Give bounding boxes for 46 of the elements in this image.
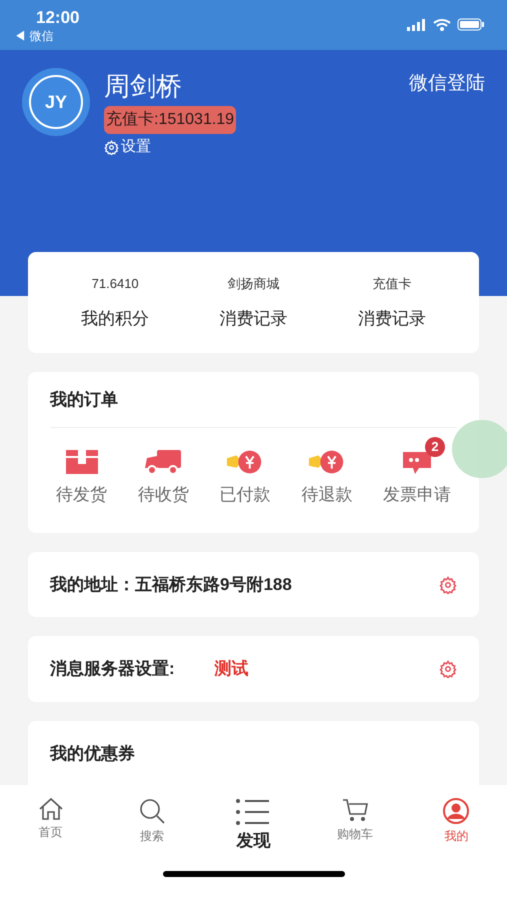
- search-icon: [138, 797, 166, 825]
- address-card[interactable]: 我的地址：五福桥东路9号附188: [28, 552, 479, 617]
- stat-value: 71.6410: [92, 275, 139, 293]
- count-badge: 2: [425, 437, 445, 457]
- gear-icon: [439, 576, 457, 594]
- tab[interactable]: 首页: [0, 797, 102, 871]
- address-label: 我的地址：: [50, 574, 135, 596]
- stat-value: 剑扬商城: [227, 275, 280, 293]
- section-title: 我的订单: [50, 388, 118, 411]
- user-icon: [442, 797, 470, 825]
- wechat-login-button[interactable]: 微信登陆: [409, 70, 485, 98]
- list-icon: [235, 797, 272, 827]
- section-title: 我的优惠券: [50, 742, 135, 765]
- gear-icon: [439, 660, 457, 678]
- user-name: 周剑桥: [104, 70, 183, 103]
- stat-value: 充值卡: [372, 275, 412, 293]
- cart-icon: [340, 797, 369, 823]
- wifi-icon: [433, 18, 451, 31]
- server-card[interactable]: 消息服务器设置: 测试: [28, 636, 479, 702]
- stat-label[interactable]: 消费记录: [358, 306, 426, 331]
- order-status-button[interactable]: 待发货: [54, 436, 109, 508]
- balance-badge: 充值卡:151031.19: [104, 106, 236, 134]
- tab[interactable]: 搜索: [101, 797, 203, 871]
- battery-icon: [457, 18, 485, 31]
- truck-icon: [143, 448, 184, 476]
- back-link[interactable]: ◀ 微信: [14, 28, 80, 44]
- order-status-button[interactable]: 已付款: [218, 436, 272, 508]
- avatar[interactable]: JY: [22, 68, 90, 136]
- settings-link[interactable]: 设置: [104, 136, 151, 158]
- clock: 12:00: [35, 8, 80, 28]
- tab[interactable]: 购物车: [304, 797, 406, 871]
- order-status-button[interactable]: 待收货: [136, 436, 191, 508]
- tab[interactable]: 我的: [406, 797, 507, 871]
- server-value: 测试: [214, 658, 249, 680]
- order-status-button[interactable]: 待退款: [299, 436, 354, 508]
- tab[interactable]: 发现: [202, 797, 304, 871]
- stat-label[interactable]: 我的积分: [81, 306, 150, 331]
- home-icon: [36, 797, 65, 821]
- signal-icon: [407, 18, 427, 30]
- settings-icon: [104, 140, 119, 155]
- address-value: 五福桥东路9号附188: [135, 574, 292, 596]
- order-status-button[interactable]: 2 发票申请: [381, 436, 453, 508]
- logo-text: JY: [44, 90, 68, 114]
- server-label: 消息服务器设置:: [50, 658, 175, 680]
- stat-label[interactable]: 消费记录: [219, 306, 288, 331]
- box-icon: [64, 448, 100, 476]
